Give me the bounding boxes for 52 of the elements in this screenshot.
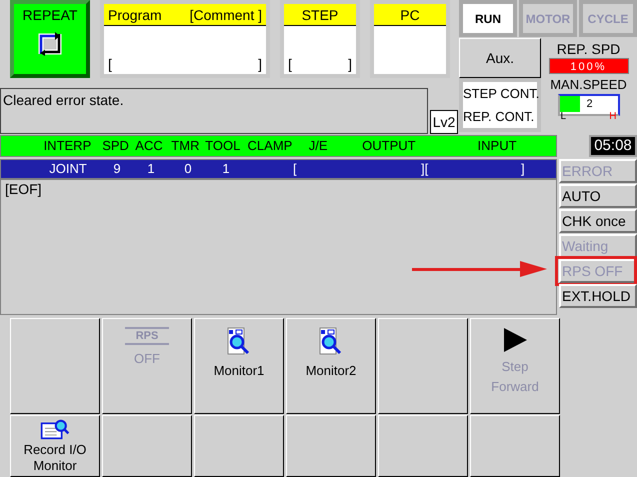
message-area: Cleared error state.	[0, 88, 428, 134]
column-header: INPUT	[476, 137, 518, 155]
column-header: TMR	[170, 137, 200, 155]
panel-title: STEP	[302, 6, 338, 25]
column-header: ACC	[134, 137, 164, 155]
column-header: CLAMP	[246, 137, 294, 155]
bracket: [	[293, 160, 298, 178]
panel-title: Program	[108, 6, 162, 25]
low-label: L	[560, 111, 566, 123]
status-indicator: Waiting	[559, 234, 637, 258]
mode-label: REPEAT	[22, 8, 78, 22]
status-indicator: CHK once	[559, 209, 637, 233]
bracket: ]	[348, 56, 352, 72]
table-cell-text: 0	[183, 160, 193, 178]
function-key[interactable]: Record I/O Monitor	[10, 415, 100, 477]
aux-button[interactable]: Aux.	[459, 38, 541, 78]
rep-speed-label: REP. SPD	[556, 40, 620, 58]
column-header: INTERP	[42, 137, 92, 155]
selected-row[interactable]: JOINT 9 1 0 1 [ ][ ]	[0, 159, 557, 179]
column-header: OUTPUT	[361, 137, 417, 155]
bracket: [	[288, 56, 292, 72]
function-key[interactable]: Monitor2	[286, 318, 376, 414]
gauge-value: 2	[586, 97, 593, 112]
function-key[interactable]: Monitor1	[194, 318, 284, 414]
cont-mode-label: REP. CONT.	[463, 108, 536, 126]
cont-mode-panel[interactable]: STEP CONT. REP. CONT.	[459, 78, 541, 132]
status-button[interactable]: RUN	[459, 0, 517, 37]
table-cell-text: JOINT	[48, 160, 88, 178]
column-header: J/E	[308, 137, 328, 155]
mode-panel[interactable]: REPEAT	[10, 0, 90, 78]
end-of-file-marker: [EOF]	[5, 181, 42, 197]
table-cell-text: 1	[146, 160, 156, 178]
rep-speed-value: 100%	[548, 58, 628, 74]
man-speed-label: MAN.SPEED	[550, 76, 627, 94]
column-header: SPD	[102, 137, 130, 155]
status-indicator: EXT.HOLD	[559, 284, 637, 308]
bracket: [	[108, 56, 112, 72]
comment-label: [Comment ]	[190, 6, 262, 25]
status-indicator: ERROR	[559, 159, 637, 183]
high-label: H	[609, 111, 616, 123]
clock: 05:08	[589, 135, 637, 157]
user-level: Lv2	[430, 110, 458, 134]
bracket: ]	[521, 160, 525, 178]
status-indicator: RPS OFF	[559, 259, 637, 283]
table-cell-text: 1	[221, 160, 231, 178]
table-cell-text: 9	[112, 160, 122, 178]
bracket: ]	[258, 56, 262, 72]
cont-mode-label: STEP CONT.	[463, 84, 537, 102]
status-indicator: AUTO	[559, 184, 637, 208]
panel-title: PC	[400, 6, 420, 25]
bracket: ][	[421, 160, 430, 178]
column-header: TOOL	[204, 137, 242, 155]
